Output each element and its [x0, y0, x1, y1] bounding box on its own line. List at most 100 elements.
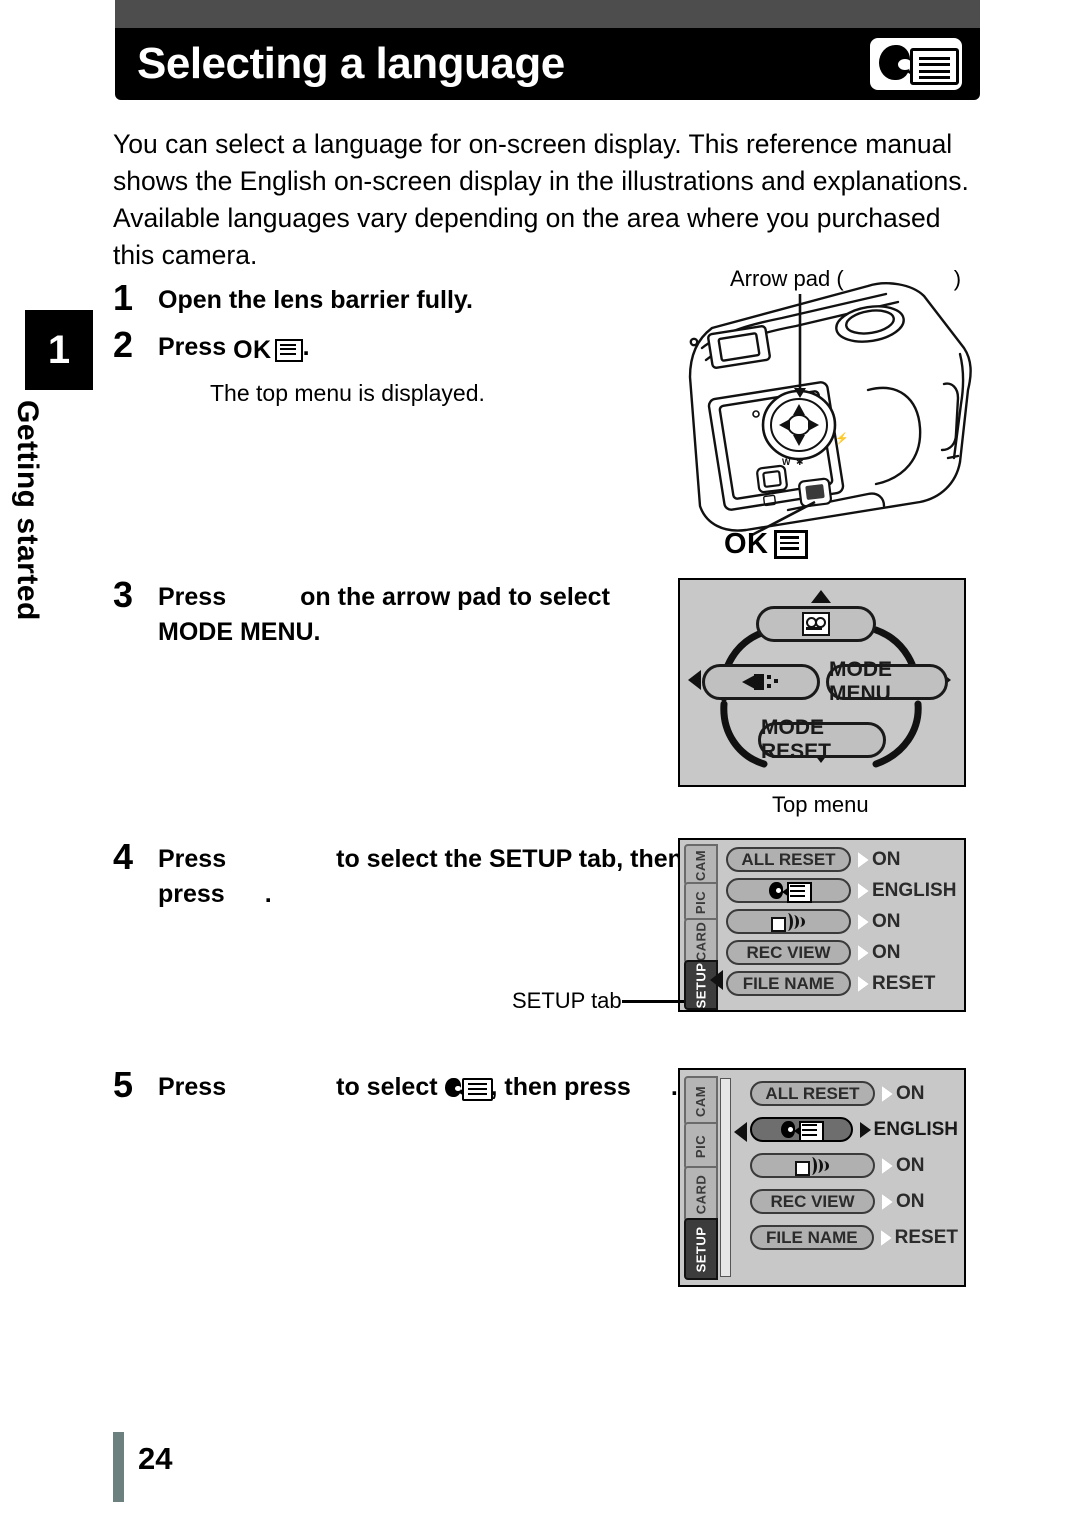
language-icon [870, 38, 962, 90]
top-menu-up-arrow [811, 590, 831, 603]
arrow-pad-label-open: Arrow pad ( [730, 266, 844, 291]
chevron-right-icon [858, 851, 869, 868]
menu-row-value: ON [896, 1190, 925, 1212]
menu-row-label [750, 1117, 853, 1142]
menu-row-value-wrap: ON [882, 1191, 925, 1213]
chevron-right-icon [882, 1157, 893, 1174]
language-icon [445, 1076, 493, 1102]
setup-screen-2-tabs: CAM PIC CARD SETUP [684, 1074, 718, 1281]
menu-row-beep[interactable]: ON [750, 1152, 958, 1179]
top-menu-movie-button[interactable] [756, 606, 876, 642]
menu-row-rec-view[interactable]: REC VIEW ON [726, 939, 958, 966]
chevron-right-icon [882, 1085, 893, 1102]
menu-row-value: ON [872, 848, 901, 870]
step-3-text: Press on the arrow pad to select MODE MEN… [158, 580, 610, 650]
flash-icon [742, 673, 780, 691]
chevron-right-icon [858, 975, 869, 992]
tab-pic[interactable]: PIC [684, 882, 718, 922]
chapter-tab: 1 [25, 310, 93, 390]
menu-scrollbar[interactable] [720, 1078, 731, 1277]
menu-row-language[interactable]: ENGLISH [726, 877, 958, 904]
step-3-number: 3 [113, 574, 134, 615]
menu-row-value: RESET [872, 972, 936, 994]
arrow-pad-label-close: ) [953, 266, 962, 291]
language-icon [781, 1120, 825, 1142]
menu-row-all-reset[interactable]: ALL RESET ON [750, 1080, 958, 1107]
menu-row-label: FILE NAME [750, 1225, 874, 1250]
setup-screen-2: CAM PIC CARD SETUP ALL RESET ON ENGLISH … [678, 1068, 966, 1287]
beep-icon [794, 1156, 831, 1176]
tab-setup[interactable]: SETUP [684, 1218, 718, 1280]
svg-text:W: W [782, 457, 791, 467]
step-1-text: Open the lens barrier fully. [158, 286, 473, 314]
menu-row-all-reset[interactable]: ALL RESET ON [726, 846, 958, 873]
step-4-text: Press to select the SETUP tab, then press… [158, 842, 683, 912]
menu-row-value-wrap: ON [882, 1083, 925, 1105]
camera-illustration: Arrow pad () ⚡ W ✱ OK [672, 262, 980, 562]
language-icon [768, 881, 812, 903]
top-menu-flash-button[interactable] [702, 664, 820, 700]
page-title: Selecting a language [137, 39, 565, 88]
menu-row-label [726, 878, 851, 903]
chevron-right-icon [858, 944, 869, 961]
page-number: 24 [138, 1441, 173, 1476]
beep-icon [770, 912, 807, 932]
mode-menu-label: MODE MENU [829, 658, 892, 705]
menu-list-icon [773, 530, 808, 559]
chevron-right-icon [858, 882, 869, 899]
intro-paragraph: You can select a language for on-screen … [113, 129, 969, 270]
menu-row-value: ENGLISH [873, 1118, 958, 1140]
setup-tab-callout-label: SETUP tab [512, 988, 622, 1013]
tab-cam[interactable]: CAM [684, 844, 718, 886]
ok-button-glyph: OK [233, 333, 303, 368]
menu-row-file-name[interactable]: FILE NAME RESET [726, 970, 958, 997]
menu-list-icon [274, 339, 303, 362]
menu-row-value-wrap: RESET [858, 973, 935, 995]
top-menu-mode-reset-button[interactable]: MODE RESET [758, 716, 886, 763]
step-1-number: 1 [113, 277, 134, 318]
step-2-verb: Press [158, 333, 227, 361]
camera-drawing: ⚡ W ✱ [688, 282, 972, 538]
menu-row-label: ALL RESET [726, 847, 851, 872]
step-4-verb: Press [158, 845, 227, 873]
page-title-bar: Selecting a language [115, 28, 980, 100]
tab-cam[interactable]: CAM [684, 1076, 718, 1126]
menu-row-label: ALL RESET [750, 1081, 875, 1106]
chevron-right-icon [859, 1121, 871, 1138]
setup-tab-leader-line [622, 1000, 684, 1003]
top-menu-screen: MODE MENU MODE RESET [678, 578, 966, 787]
chapter-number: 1 [47, 327, 71, 372]
chevron-right-icon [882, 1193, 893, 1210]
top-menu-mode-menu-button[interactable]: MODE MENU [826, 658, 948, 705]
menu-row-value-wrap: ON [858, 849, 901, 871]
step-2-period: . [302, 333, 310, 361]
top-menu-caption: Top menu [772, 792, 869, 817]
menu-row-value: ON [896, 1082, 925, 1104]
manual-page: Selecting a language 1 Getting started Y… [0, 0, 1080, 1523]
tab-card[interactable]: CARD [684, 1166, 718, 1222]
chapter-label: Getting started [11, 400, 44, 621]
menu-row-value: ENGLISH [872, 879, 957, 901]
menu-row-beep[interactable]: ON [726, 908, 958, 935]
tab-pic[interactable]: PIC [684, 1122, 718, 1170]
menu-row-value-wrap: RESET [880, 1227, 958, 1249]
menu-row-file-name[interactable]: FILE NAME RESET [750, 1224, 958, 1251]
menu-row-value-wrap: ENGLISH [859, 1118, 958, 1141]
menu-row-value: ON [872, 910, 901, 932]
ok-callout-label: OK [724, 528, 769, 560]
step-4-verb2: press [158, 880, 225, 908]
svg-text:⚡: ⚡ [835, 432, 849, 445]
setup-screen-1-rows: ALL RESET ON ENGLISH ON REC VIEW ON FILE… [726, 846, 958, 1004]
step-2-text: Press OK . The top menu is displayed. [158, 330, 485, 411]
setup-screen-1: CAM PIC CARD SETUP ALL RESET ON ENGLISH … [678, 838, 966, 1012]
tab-card[interactable]: CARD [684, 918, 718, 964]
step-5-verb: Press [158, 1073, 227, 1101]
menu-row-value-wrap: ON [858, 911, 901, 933]
top-menu-left-arrow [688, 670, 701, 690]
menu-row-rec-view[interactable]: REC VIEW ON [750, 1188, 958, 1215]
step-5-text: Press to select , then press. [158, 1070, 678, 1105]
step-5-mid: to select [336, 1073, 438, 1101]
menu-row-label [726, 909, 851, 934]
step-5-period: . [670, 1073, 678, 1101]
menu-row-language[interactable]: ENGLISH [750, 1116, 958, 1143]
